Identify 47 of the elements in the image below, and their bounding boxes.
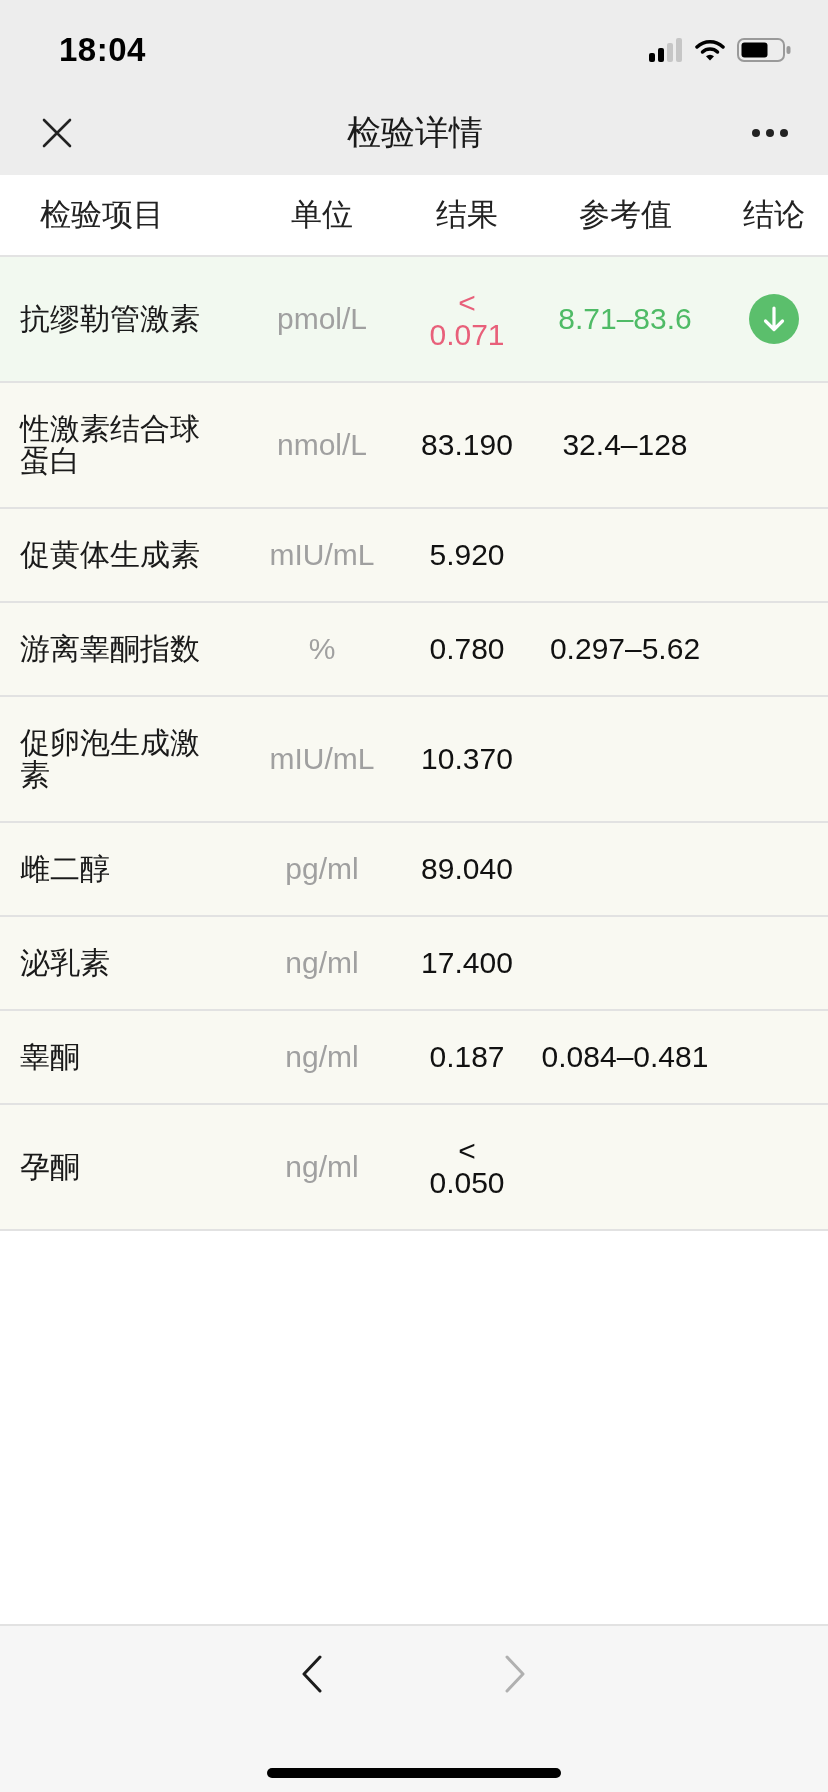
unit-label: ng/ml xyxy=(285,1041,359,1073)
signal-icon xyxy=(649,37,683,62)
result-value: < 0.050 xyxy=(428,1135,506,1199)
unit-label: pg/ml xyxy=(285,853,359,885)
test-name: 性激素结合球蛋白 xyxy=(20,413,201,477)
test-name: 促卵泡生成激素 xyxy=(20,727,201,791)
unit-label: % xyxy=(308,633,336,665)
result-value: < 0.071 xyxy=(428,287,506,351)
test-name: 睾酮 xyxy=(20,1041,80,1073)
result-value: 10.370 xyxy=(421,743,513,775)
unit-label: nmol/L xyxy=(276,429,367,461)
result-value: 0.187 xyxy=(429,1041,505,1073)
result-value: 17.400 xyxy=(421,947,513,979)
close-button[interactable] xyxy=(42,118,72,148)
result-value: 0.780 xyxy=(429,633,505,665)
test-name: 抗缪勒管激素 xyxy=(20,303,200,335)
result-value: 5.920 xyxy=(429,539,505,571)
more-icon xyxy=(752,129,788,137)
unit-label: mIU/mL xyxy=(269,743,375,775)
chevron-right-icon xyxy=(504,1655,526,1693)
test-name: 游离睾酮指数 xyxy=(20,633,200,665)
page-title: 检验详情 xyxy=(347,112,483,153)
more-button[interactable] xyxy=(752,129,788,137)
test-name: 雌二醇 xyxy=(20,853,110,885)
reference-range: 0.297–5.62 xyxy=(549,633,701,665)
battery-icon xyxy=(737,37,791,62)
close-icon xyxy=(42,118,72,148)
result-value: 83.190 xyxy=(421,429,513,461)
column-header: 结果 xyxy=(436,196,498,234)
reference-range: 8.71–83.6 xyxy=(558,303,692,335)
wifi-icon xyxy=(695,38,725,61)
unit-label: mIU/mL xyxy=(269,539,375,571)
test-name: 泌乳素 xyxy=(20,947,110,979)
column-header: 参考值 xyxy=(578,196,672,234)
column-header: 单位 xyxy=(291,196,353,234)
unit-label: ng/ml xyxy=(285,1151,359,1183)
column-header: 检验项目 xyxy=(40,196,164,234)
reference-range: 32.4–128 xyxy=(562,429,688,461)
test-name: 促黄体生成素 xyxy=(20,539,200,571)
result-value: 89.040 xyxy=(421,853,513,885)
chevron-left-icon xyxy=(301,1655,323,1693)
column-header: 结论 xyxy=(743,196,805,234)
test-name: 孕酮 xyxy=(20,1151,80,1183)
clock-time: 18:04 xyxy=(59,30,146,69)
reference-range: 0.084–0.481 xyxy=(541,1041,709,1073)
unit-label: ng/ml xyxy=(285,947,359,979)
unit-label: pmol/L xyxy=(276,303,367,335)
